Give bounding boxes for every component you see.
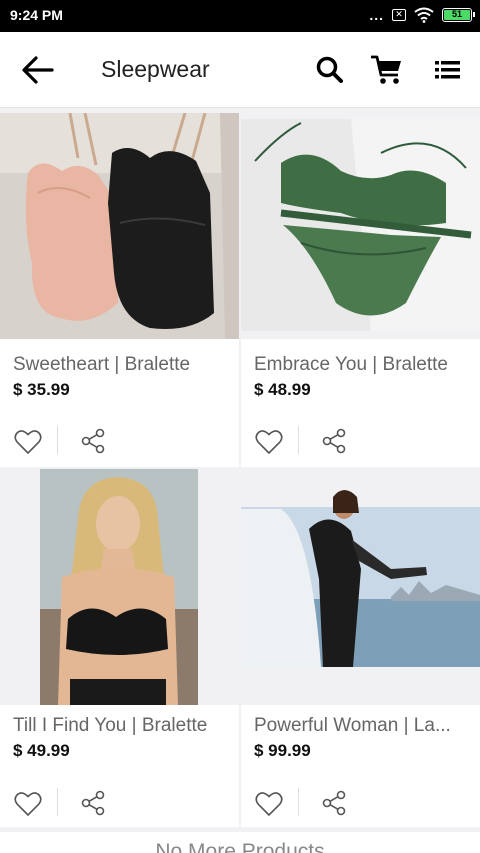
product-name[interactable]: Embrace You | Bralette bbox=[254, 354, 474, 376]
product-card[interactable]: Sweetheart | Bralette $ 35.99 bbox=[0, 113, 239, 467]
product-price: $ 35.99 bbox=[13, 380, 70, 399]
product-photo-model-bralette bbox=[0, 469, 239, 705]
sim-icon: ✕ bbox=[392, 9, 406, 21]
heart-icon[interactable] bbox=[255, 791, 283, 817]
action-divider bbox=[57, 788, 58, 816]
product-photo-model-robe bbox=[241, 469, 480, 705]
share-icon[interactable] bbox=[321, 790, 347, 816]
action-divider bbox=[298, 426, 299, 454]
product-actions bbox=[241, 785, 480, 821]
action-divider bbox=[57, 426, 58, 454]
product-actions bbox=[241, 423, 480, 459]
product-price: $ 49.99 bbox=[13, 741, 70, 760]
page-title: Sleepwear bbox=[101, 56, 210, 82]
battery-level: 51 bbox=[444, 10, 470, 20]
back-arrow-icon[interactable] bbox=[20, 52, 56, 88]
share-icon[interactable] bbox=[321, 428, 347, 454]
battery-icon: 51 bbox=[442, 8, 475, 22]
product-price: $ 48.99 bbox=[254, 380, 311, 399]
product-name[interactable]: Powerful Woman | La... bbox=[254, 715, 474, 737]
product-image[interactable] bbox=[0, 469, 239, 705]
status-icons: ... ✕ 51 bbox=[369, 6, 475, 24]
status-time: 9:24 PM bbox=[10, 7, 63, 23]
action-divider bbox=[298, 788, 299, 816]
product-image[interactable] bbox=[0, 113, 239, 339]
share-icon[interactable] bbox=[80, 428, 106, 454]
cart-icon[interactable] bbox=[370, 54, 404, 86]
heart-icon[interactable] bbox=[255, 429, 283, 455]
heart-icon[interactable] bbox=[14, 429, 42, 455]
product-actions bbox=[0, 785, 239, 821]
product-name[interactable]: Sweetheart | Bralette bbox=[13, 354, 233, 376]
share-icon[interactable] bbox=[80, 790, 106, 816]
product-actions bbox=[0, 423, 239, 459]
list-view-icon[interactable] bbox=[432, 56, 462, 84]
wifi-icon bbox=[414, 7, 434, 23]
product-photo-bralettes bbox=[0, 113, 239, 339]
no-more-products-text: No More Products bbox=[155, 840, 325, 853]
search-icon[interactable] bbox=[314, 54, 346, 86]
notification-dots: ... bbox=[369, 7, 384, 23]
product-card[interactable]: Powerful Woman | La... $ 99.99 bbox=[241, 469, 480, 827]
product-image[interactable] bbox=[241, 469, 480, 705]
status-bar: 9:24 PM ... ✕ 51 bbox=[0, 0, 480, 32]
product-card[interactable]: Till I Find You | Bralette $ 49.99 bbox=[0, 469, 239, 827]
app-bar: Sleepwear bbox=[0, 32, 480, 108]
product-photo-green-set bbox=[241, 113, 480, 339]
product-image[interactable] bbox=[241, 113, 480, 339]
product-name[interactable]: Till I Find You | Bralette bbox=[13, 715, 233, 737]
product-price: $ 99.99 bbox=[254, 741, 311, 760]
product-card[interactable]: Embrace You | Bralette $ 48.99 bbox=[241, 113, 480, 467]
list-end-message: No More Products bbox=[0, 832, 480, 853]
heart-icon[interactable] bbox=[14, 791, 42, 817]
